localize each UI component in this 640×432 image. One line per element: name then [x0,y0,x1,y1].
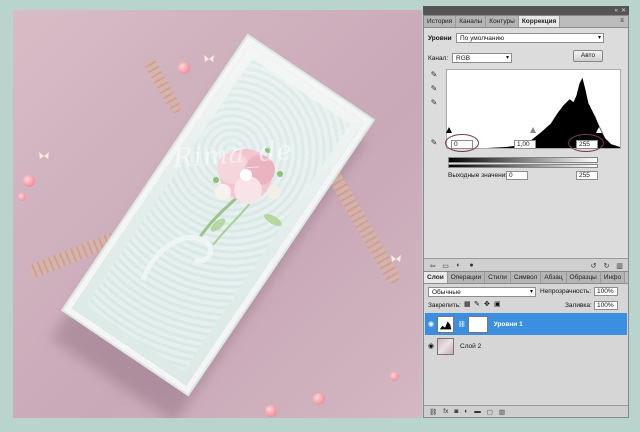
previous-state-icon[interactable]: ↺ [589,262,598,270]
output-row: Выходные значения: [448,172,511,179]
channel-select[interactable]: RGB [452,53,512,63]
input-black-slider[interactable] [446,127,452,133]
lock-icon[interactable]: ▣ [494,300,501,308]
adjustments-tabbar: История Каналы Контуры Коррекция ≡ [424,16,628,28]
expand-view-icon[interactable]: ▭ [441,262,450,270]
bead [18,193,26,201]
tab-paragraph[interactable]: Абзац [541,272,567,283]
tab-styles[interactable]: Стили [485,272,511,283]
layer-row-slоy2[interactable]: ◉ Слой 2 [425,335,627,357]
adj-trash-icon[interactable]: ▥ [615,262,624,270]
input-gradient-bar [448,157,598,163]
lock-label: Закрепить: [428,302,461,309]
tab-adjustments[interactable]: Коррекция [518,16,561,27]
mask-icon[interactable]: ◙ [454,408,458,415]
layers-footer: ⛓ fx ◙ ◐ ▬ ▢ ▥ [424,405,628,417]
bead [265,405,277,417]
input-gamma-slider[interactable] [530,127,536,133]
tab-character[interactable]: Символ [510,272,542,283]
mask-thumbnail[interactable] [467,315,488,333]
opacity-label: Непрозрачность: [540,288,592,295]
preset-select[interactable]: По умолчанию [456,33,604,43]
layer-row-levels[interactable]: ◉ ⛓ Уровни 1 [425,313,627,335]
move-icon[interactable]: ✥ [484,300,490,308]
tab-paths[interactable]: Контуры [486,16,519,27]
layer-name[interactable]: Уровни 1 [494,321,523,328]
bead [313,393,325,405]
chain-icon[interactable]: ⛓ [458,321,466,328]
tab-channels[interactable]: Каналы [456,16,487,27]
opacity-field[interactable]: 100% [594,287,618,296]
output-label: Выходные значения: [448,172,511,179]
eye-icon[interactable]: ◉ [425,320,437,328]
tab-info[interactable]: Инфо [600,272,626,283]
link-icon[interactable]: ⛓ [429,408,437,416]
brush-icon[interactable]: ✎ [474,300,480,308]
trash-icon[interactable]: ▥ [499,408,505,416]
collapse-icon[interactable]: « [615,8,618,14]
layer-thumbnail [437,337,454,355]
eyedropper-gray-icon[interactable]: ✎ [429,84,439,94]
bead [23,175,35,187]
back-arrow-icon[interactable]: ⇦ [428,262,437,270]
fx-icon[interactable]: fx [443,408,448,415]
butterfly-icon [391,255,401,262]
reset-icon[interactable]: ↻ [602,262,611,270]
swirl-decoration [140,234,213,281]
auto-button[interactable]: Авто [573,50,603,62]
tab-layers[interactable]: Слои [424,272,448,283]
canvas-photo[interactable]: Rima_de [13,10,422,418]
highlight-circle-white [568,134,604,152]
levels-title: Уровни [428,34,452,42]
output-white-field[interactable]: 255 [576,171,598,180]
eye-icon[interactable]: ◉ [425,342,437,350]
tab-swatches[interactable]: Образцы [566,272,601,283]
clip-preview-icon[interactable]: ✎ [429,138,439,148]
fill-field[interactable]: 100% [594,301,618,310]
channel-row: Канал: RGB [428,53,512,63]
lace-ribbon-top [142,57,184,115]
butterfly-icon [204,55,214,62]
clip-layer-icon[interactable]: ◐ [454,262,463,269]
layer-name[interactable]: Слой 2 [460,343,481,350]
highlight-circle-black [445,134,479,152]
input-white-slider[interactable] [596,127,602,133]
input-gamma-field[interactable]: 1,00 [514,140,536,149]
eyedropper-white-icon[interactable]: ✎ [429,98,439,108]
panel-menu-icon[interactable]: ≡ [616,16,628,27]
close-icon[interactable]: ✕ [621,8,626,14]
butterfly-icon [39,152,49,159]
adjustment-layer-icon[interactable]: ◐ [464,408,468,415]
eyedropper-black-icon[interactable]: ✎ [429,70,439,80]
output-gradient-bar [448,164,598,168]
blend-mode-select[interactable]: Обычные [428,287,536,297]
tab-actions[interactable]: Операции [447,272,486,283]
lock-transparent-icon[interactable]: ▦ [464,300,471,308]
adjustments-panel: История Каналы Контуры Коррекция ≡ Уровн… [423,15,629,273]
adjustment-icon [437,315,454,333]
levels-header: Уровни По умолчанию [428,33,604,43]
visibility-eye-icon[interactable]: ● [467,262,476,269]
tab-history[interactable]: История [424,16,457,27]
layers-panel: Слои Операции Стили Символ Абзац Образцы… [423,271,629,418]
bead [178,62,190,74]
new-layer-icon[interactable]: ▢ [487,408,493,416]
layers-tabbar: Слои Операции Стили Символ Абзац Образцы… [424,272,628,284]
bead [390,372,399,381]
panel-dock-titlebar[interactable]: « ✕ [423,6,629,15]
adjustments-footer: ⇦ ▭ ◐ ● ↺ ↻ ▥ [424,258,628,272]
fill-label: Заливка: [565,302,592,309]
output-black-field[interactable]: 0 [506,171,528,180]
folder-icon[interactable]: ▬ [474,408,481,415]
channel-label: Канал: [428,54,449,62]
